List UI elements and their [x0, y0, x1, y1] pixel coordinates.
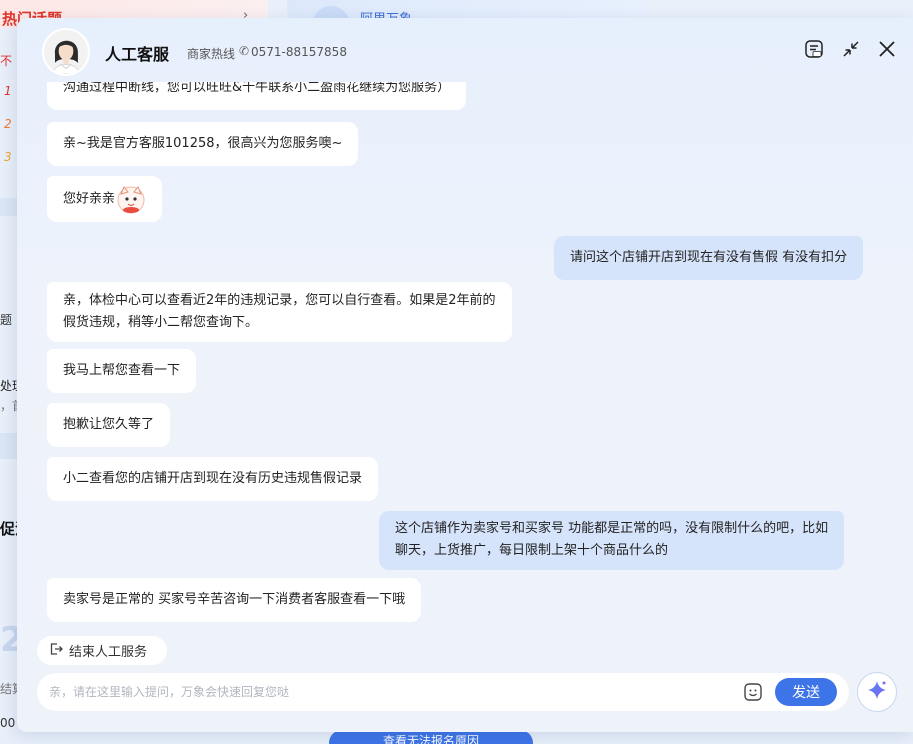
background-side-text: 题	[0, 313, 13, 327]
background-side-text: 00 2	[0, 716, 17, 730]
strip-block	[0, 433, 17, 459]
phone-icon: ✆	[239, 44, 250, 58]
background-side-text: 促活	[0, 520, 17, 538]
background-side-text: 结算	[0, 682, 17, 696]
message-line: 亲，体检中心可以查看近2年的违规记录，您可以自行查看。如果是2年前的	[63, 293, 496, 308]
message-bubble-user: 这个店铺作为卖家号和买家号 功能都是正常的吗，没有限制什么的吧，比如 聊天，上货…	[379, 511, 845, 570]
message-text: 您好亲亲	[63, 191, 116, 207]
message-line: 这个店铺作为卖家号和买家号 功能都是正常的吗，没有限制什么的吧，比如	[395, 521, 829, 536]
message-bubble-agent: 卖家号是正常的 买家号辛苦咨询一下消费者客服查看一下哦	[47, 578, 422, 622]
message-bubble-agent: 您好亲亲	[47, 176, 163, 222]
message-bubble-agent: 抱歉让您久等了	[47, 403, 171, 447]
message-bubble-agent: 亲，体检中心可以查看近2年的违规记录，您可以自行查看。如果是2年前的 假货违规，…	[47, 282, 512, 342]
minimize-icon[interactable]	[840, 38, 862, 60]
background-side-text: 1	[4, 84, 12, 98]
background-side-text: 不	[0, 54, 13, 68]
message-bubble-agent: 小二查看您的店铺开店到现在没有历史违规售假记录	[47, 457, 379, 501]
end-service-label: 结束人工服务	[69, 645, 148, 660]
end-service-button[interactable]: 结束人工服务	[37, 636, 167, 665]
message-bubble-agent: 亲~我是官方客服101258，很高兴为您服务噢~	[47, 122, 359, 166]
background-side-text: 2	[4, 117, 12, 131]
message-line: 聊天，上货推广，每日限制上架十个商品什么的	[395, 543, 669, 558]
background-side-text: 2	[0, 620, 17, 660]
exit-icon	[49, 642, 63, 660]
message-list[interactable]: 沟通过程中断线，您可以旺旺&千牛联系小二盈雨花继续为您服务） 亲~我是官方客服1…	[17, 82, 913, 642]
background-side-text: 处理	[0, 379, 17, 393]
background-side-text: ，首	[0, 399, 17, 413]
message-bubble-agent: 沟通过程中断线，您可以旺旺&千牛联系小二盈雨花继续为您服务）	[47, 82, 467, 110]
strip-block	[0, 198, 17, 216]
send-button[interactable]: 发送	[775, 678, 837, 706]
agent-name: 人工客服	[105, 45, 170, 64]
background-left-strip: 不 1 2 3 题处理 ，首促活 2 结算 00 2	[0, 0, 17, 744]
customer-service-chat-panel: 人工客服 商家热线 ✆ 0571-88157858 沟通过程中断线，您可以旺旺&…	[17, 18, 913, 732]
view-reason-button[interactable]: 查看无法报名原因	[329, 730, 533, 744]
hotline-label: 商家热线	[187, 47, 236, 61]
message-input[interactable]	[49, 673, 729, 711]
transcript-icon[interactable]	[803, 38, 825, 60]
ai-assistant-button[interactable]	[857, 672, 897, 712]
agent-avatar	[42, 28, 90, 76]
hotline-number: 0571-88157858	[251, 45, 347, 59]
close-icon[interactable]	[876, 38, 898, 60]
emoji-icon[interactable]	[743, 682, 763, 702]
message-input-box: 发送	[37, 673, 849, 711]
message-bubble-agent: 我马上帮您查看一下	[47, 349, 197, 393]
sparkle-icon	[866, 679, 888, 705]
chat-header: 人工客服 商家热线 ✆ 0571-88157858	[17, 18, 913, 82]
cat-sticker-icon	[116, 184, 146, 214]
message-line: 假货违规，稍等小二帮您查询下。	[63, 315, 259, 330]
background-side-text: 3	[4, 150, 12, 164]
message-bubble-user: 请问这个店铺开店到现在有没有售假 有没有扣分	[554, 236, 864, 280]
